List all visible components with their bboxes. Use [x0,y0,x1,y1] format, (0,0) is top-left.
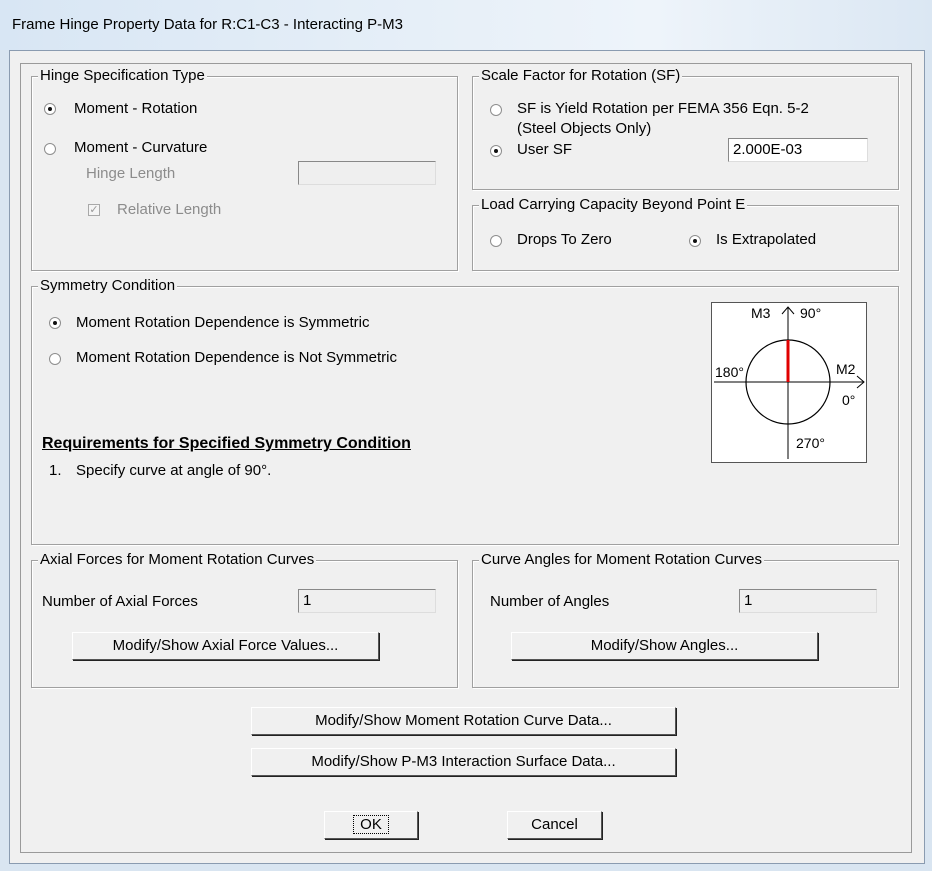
angles-count-label: Number of Angles [490,593,610,610]
fema-sf-radio[interactable] [490,104,502,116]
curve-angles-group: Curve Angles for Moment Rotation Curves … [472,551,899,688]
deg270-label: 270° [796,435,825,451]
load-capacity-group: Load Carrying Capacity Beyond Point E Dr… [472,196,899,271]
user-sf-label[interactable]: User SF [517,141,572,158]
angles-count-field[interactable]: 1 [739,589,877,613]
moment-rotation-radio[interactable] [44,103,56,115]
dialog-body: Hinge Specification Type Moment - Rotati… [9,50,925,864]
drops-to-zero-label[interactable]: Drops To Zero [517,231,612,248]
cancel-button[interactable]: Cancel [507,811,602,839]
modify-curve-data-button[interactable]: Modify/Show Moment Rotation Curve Data..… [251,707,676,735]
m3-label: M3 [751,305,771,321]
scale-factor-legend: Scale Factor for Rotation (SF) [479,67,683,84]
modify-angles-button[interactable]: Modify/Show Angles... [511,632,818,660]
requirements-title: Requirements for Specified Symmetry Cond… [42,435,411,452]
modify-axial-forces-button[interactable]: Modify/Show Axial Force Values... [72,632,379,660]
symmetry-legend: Symmetry Condition [38,277,178,294]
user-sf-radio[interactable] [490,145,502,157]
symmetric-label[interactable]: Moment Rotation Dependence is Symmetric [76,314,369,331]
drops-to-zero-radio[interactable] [490,235,502,247]
title-bar: Frame Hinge Property Data for R:C1-C3 - … [0,0,932,50]
moment-rotation-label[interactable]: Moment - Rotation [74,100,197,117]
moment-curvature-label[interactable]: Moment - Curvature [74,139,207,156]
ok-button[interactable]: OK [324,811,418,839]
relative-length-checkbox[interactable]: ✓ [88,204,100,216]
not-symmetric-label[interactable]: Moment Rotation Dependence is Not Symmet… [76,349,397,366]
dialog-frame: Hinge Specification Type Moment - Rotati… [20,63,912,853]
symmetric-radio[interactable] [49,317,61,329]
axial-forces-legend: Axial Forces for Moment Rotation Curves [38,551,317,568]
user-sf-input[interactable]: 2.000E-03 [728,138,868,162]
is-extrapolated-radio[interactable] [689,235,701,247]
axial-forces-group: Axial Forces for Moment Rotation Curves … [31,551,458,688]
fema-sf-label-line1[interactable]: SF is Yield Rotation per FEMA 356 Eqn. 5… [517,100,809,117]
is-extrapolated-label[interactable]: Is Extrapolated [716,231,816,248]
hinge-length-label: Hinge Length [86,165,176,182]
requirement-text: Specify curve at angle of 90°. [76,462,272,479]
m2-label: M2 [836,361,856,377]
scale-factor-group: Scale Factor for Rotation (SF) SF is Yie… [472,67,899,190]
requirement-number: 1. [49,462,62,479]
moment-curvature-radio[interactable] [44,143,56,155]
hinge-spec-legend: Hinge Specification Type [38,67,207,84]
axial-count-field[interactable]: 1 [298,589,436,613]
curve-angles-legend: Curve Angles for Moment Rotation Curves [479,551,764,568]
hinge-length-field[interactable] [298,161,436,185]
axial-count-label: Number of Axial Forces [42,593,198,610]
fema-sf-label-line2: (Steel Objects Only) [517,120,652,137]
load-capacity-legend: Load Carrying Capacity Beyond Point E [479,196,748,213]
hinge-spec-group: Hinge Specification Type Moment - Rotati… [31,67,458,271]
relative-length-label[interactable]: Relative Length [117,201,221,218]
not-symmetric-radio[interactable] [49,353,61,365]
deg0-label: 0° [842,392,856,408]
modify-interaction-surface-button[interactable]: Modify/Show P-M3 Interaction Surface Dat… [251,748,676,776]
ok-button-label: OK [353,815,389,834]
symmetry-group: Symmetry Condition Moment Rotation Depen… [31,277,899,545]
deg90-label: 90° [800,305,822,321]
deg180-label: 180° [715,364,744,380]
angle-diagram: M3 90° 180° M2 0° 270° [711,302,867,463]
window-title: Frame Hinge Property Data for R:C1-C3 - … [12,16,403,33]
